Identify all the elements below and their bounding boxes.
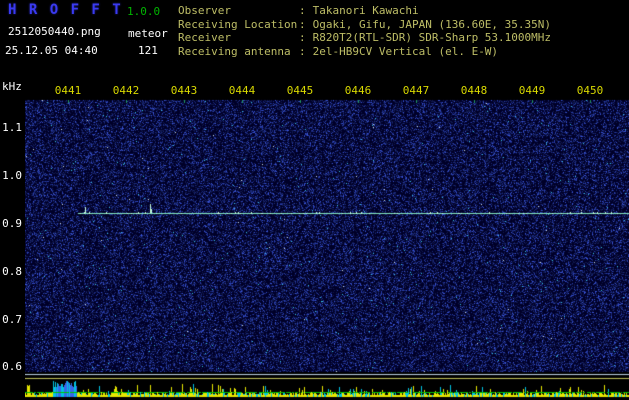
spectrogram-canvas (25, 98, 629, 398)
separator: : (299, 4, 306, 17)
antenna-value: 2el-HB9CV Vertical (el. E-W) (312, 44, 499, 58)
freq-tick-label: 1.1 (2, 121, 22, 134)
separator: : (299, 17, 306, 31)
freq-tick-label: 0.9 (2, 217, 22, 230)
station-info: Observer: Takanori Kawachi Receiving Loca… (178, 4, 551, 58)
time-tick-label: 0448 (460, 84, 488, 97)
receiver-label: Receiver (178, 31, 231, 44)
receiver-value: R820T2(RTL-SDR) SDR-Sharp 53.1000MHz (312, 31, 552, 44)
location-label: Receiving Location (178, 17, 298, 31)
antenna-row: Receiving antenna:2el-HB9CV Vertical (el… (178, 45, 551, 59)
antenna-label: Receiving antenna (178, 44, 291, 58)
echo-count: 121 (138, 44, 158, 57)
time-tick-label: 0449 (518, 84, 546, 97)
capture-filename: 2512050440.png (8, 25, 101, 38)
mode-label: meteor (128, 27, 168, 40)
app-title: H R O F F T (8, 2, 123, 18)
time-tick-label: 0443 (170, 84, 198, 97)
capture-datetime: 25.12.05 04:40 (5, 44, 98, 57)
time-tick-label: 0441 (54, 84, 82, 97)
location-value: Ogaki, Gifu, JAPAN (136.60E, 35.35N) (312, 17, 552, 31)
separator: : (299, 31, 306, 44)
time-tick-label: 0445 (286, 84, 314, 97)
observer-label: Observer (178, 4, 231, 17)
hrofft-window: H R O F F T 1.0.0 2512050440.png meteor … (0, 0, 629, 400)
time-tick-label: 0447 (402, 84, 430, 97)
time-tick-label: 0444 (228, 84, 256, 97)
freq-tick-label: 1.0 (2, 169, 22, 182)
time-tick-label: 0450 (576, 84, 604, 97)
freq-tick-label: 0.6 (2, 360, 22, 373)
location-row: Receiving Location: Ogaki, Gifu, JAPAN (1… (178, 18, 551, 32)
freq-tick-label: 0.8 (2, 265, 22, 278)
observer-row: Observer: Takanori Kawachi (178, 4, 551, 18)
app-version: 1.0.0 (127, 5, 161, 18)
observer-value: Takanori Kawachi (312, 4, 419, 17)
time-tick-label: 0442 (112, 84, 140, 97)
separator: : (299, 44, 306, 58)
freq-unit-label: kHz (2, 80, 22, 93)
time-tick-label: 0446 (344, 84, 372, 97)
receiver-row: Receiver: R820T2(RTL-SDR) SDR-Sharp 53.10… (178, 31, 551, 45)
freq-tick-label: 0.7 (2, 313, 22, 326)
